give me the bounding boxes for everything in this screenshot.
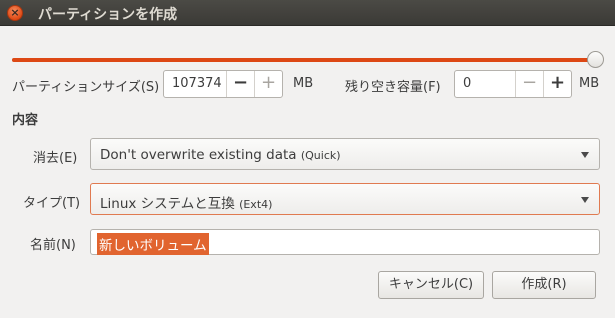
type-value: Linux システムと互換 (Ext4) — [100, 196, 273, 212]
chevron-down-icon — [581, 197, 589, 203]
chevron-down-icon — [581, 152, 589, 158]
free-space-input[interactable]: 0 — [455, 71, 515, 97]
name-label: 名前(N) — [30, 238, 76, 253]
slider-handle[interactable] — [587, 51, 604, 68]
title-bar: × パーティションを作成 — [0, 0, 615, 26]
volume-name-input[interactable]: 新しいボリューム — [90, 229, 600, 255]
erase-label: 消去(E) — [33, 151, 78, 166]
partition-size-label: パーティションサイズ(S) — [12, 80, 160, 95]
free-unit-label: MB — [579, 76, 600, 91]
free-space-spinner[interactable]: 0 − + — [454, 70, 572, 98]
content-section-heading: 内容 — [12, 113, 39, 128]
erase-value: Don't overwrite existing data (Quick) — [100, 147, 341, 163]
partition-size-spinner[interactable]: 107374 − + — [163, 70, 283, 98]
size-increment-button[interactable]: + — [254, 71, 282, 97]
size-decrement-button[interactable]: − — [226, 71, 254, 97]
close-icon[interactable]: × — [7, 5, 23, 21]
partition-size-slider[interactable] — [12, 58, 595, 62]
create-button[interactable]: 作成(R) — [492, 271, 596, 299]
free-decrement-button[interactable]: − — [515, 71, 543, 97]
size-unit-label: MB — [293, 76, 314, 91]
free-space-label: 残り空き容量(F) — [345, 80, 441, 95]
slider-fill — [12, 58, 595, 62]
cancel-button[interactable]: キャンセル(C) — [378, 271, 484, 299]
window-title: パーティションを作成 — [38, 7, 178, 23]
type-label: タイプ(T) — [23, 196, 81, 211]
partition-size-input[interactable]: 107374 — [164, 71, 226, 97]
type-combobox[interactable]: Linux システムと互換 (Ext4) — [90, 183, 600, 215]
erase-combobox[interactable]: Don't overwrite existing data (Quick) — [90, 138, 600, 170]
free-increment-button[interactable]: + — [543, 71, 571, 97]
volume-name-selected-text: 新しいボリューム — [97, 233, 209, 255]
